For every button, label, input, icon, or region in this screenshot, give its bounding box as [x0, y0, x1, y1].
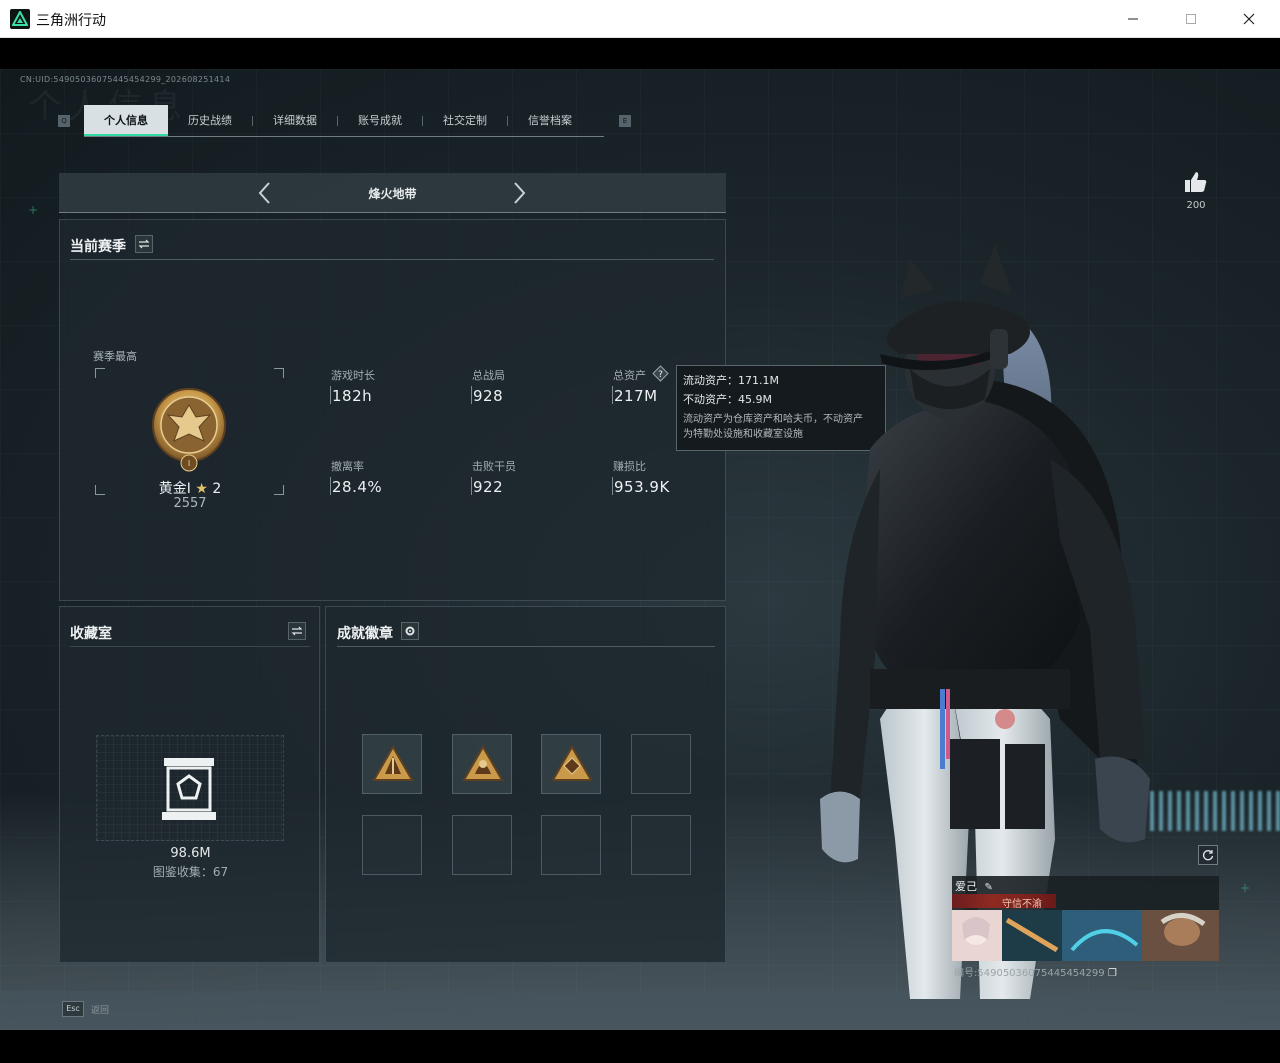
arrow-right-icon[interactable] — [509, 181, 529, 205]
divider — [337, 646, 715, 647]
player-card[interactable]: 爱己 ✎ 守信不渝 — [952, 876, 1219, 961]
thumbs-up-icon[interactable] — [1184, 171, 1208, 193]
like-count: 200 — [1186, 200, 1206, 211]
card-banner-art — [952, 910, 1219, 961]
stat-value-kills: 922 — [473, 478, 504, 496]
app-logo-icon — [10, 9, 30, 29]
maximize-button[interactable] — [1162, 0, 1220, 38]
stat-label-kills: 击败干员 — [472, 460, 516, 473]
player-title: 守信不渝 — [1002, 899, 1042, 910]
collection-panel: 收藏室 98.6M 图鉴收集：67 — [59, 606, 320, 963]
swap-icon[interactable] — [135, 235, 153, 253]
tab-prev-key[interactable]: Q — [58, 115, 70, 127]
collection-count: 图鉴收集：67 — [152, 865, 229, 879]
close-button[interactable] — [1220, 0, 1278, 38]
stat-label-profit-ratio: 赚损比 — [613, 460, 646, 473]
uid-text: CN:UID:5490503607544545​4299_20260825141… — [20, 75, 231, 84]
copy-icon[interactable]: ❐ — [1108, 968, 1117, 979]
stat-value-assets: 217M — [614, 387, 658, 405]
esc-key[interactable]: Esc — [62, 1001, 84, 1017]
stat-bar — [471, 386, 472, 404]
letterbox-bottom — [0, 1030, 1280, 1063]
svg-text:?: ? — [658, 370, 663, 380]
frame-corner — [95, 485, 105, 495]
collection-value: 98.6M — [170, 846, 211, 861]
deco-plus-icon: + — [1240, 881, 1251, 895]
stat-label-extract-rate: 撤离率 — [331, 460, 364, 473]
window-titlebar: 三角洲行动 — [0, 0, 1280, 38]
achievement-slot-empty[interactable] — [631, 815, 691, 875]
divider — [70, 646, 310, 647]
tab-next-key[interactable]: E — [619, 115, 631, 127]
tab-social[interactable]: 社交定制 — [423, 105, 507, 136]
tab-achievements[interactable]: 账号成就 — [338, 105, 422, 136]
mode-selector: 烽火地带 — [59, 173, 726, 213]
back-label[interactable]: 返回 — [91, 1003, 109, 1016]
stat-bar — [330, 386, 331, 404]
stat-bar — [612, 386, 613, 404]
refresh-icon[interactable] — [1198, 845, 1218, 865]
stat-value-matches: 928 — [473, 387, 504, 405]
edit-icon[interactable]: ✎ — [985, 882, 993, 893]
rank-name: 黄金I ★ 2 — [120, 478, 260, 498]
rank-stars: 2 — [212, 481, 222, 497]
frame-corner — [95, 368, 105, 378]
game-viewport: 个人信息 CN:UID:5490503607544545​4299_202608… — [0, 69, 1280, 1030]
swap-icon[interactable] — [288, 622, 306, 640]
tab-history[interactable]: 历史战绩 — [168, 105, 252, 136]
letterbox-top — [0, 38, 1280, 69]
rank-badge-icon: I — [152, 388, 226, 472]
stat-bar — [330, 477, 331, 495]
achievement-badge-3[interactable] — [541, 734, 601, 794]
stat-value-extract-rate: 28.4% — [332, 478, 383, 496]
stat-bar — [471, 477, 472, 495]
stat-label-playtime: 游戏时长 — [331, 369, 375, 382]
player-id-text: 编号:5490503607544545​4299 — [954, 968, 1105, 979]
tab-detailed-data[interactable]: 详细数据 — [253, 105, 337, 136]
achievement-slot-empty[interactable] — [631, 734, 691, 794]
window-title: 三角洲行动 — [36, 13, 106, 29]
tab-personal-info[interactable]: 个人信息 — [84, 105, 168, 136]
rank-name-text: 黄金I — [158, 481, 191, 497]
achievement-slot-empty[interactable] — [541, 815, 601, 875]
player-name-text: 爱己 — [955, 880, 977, 893]
achievements-panel: 成就徽章 — [325, 606, 726, 963]
tab-bar: 个人信息 历史战绩 详细数据 账号成就 社交定制 信誉档案 — [84, 105, 604, 137]
player-id: 编号:5490503607544545​4299 ❐ — [954, 964, 1117, 979]
achievement-badge-1[interactable] — [362, 734, 422, 794]
minimize-button[interactable] — [1104, 0, 1162, 38]
stat-bar — [612, 477, 613, 495]
frame-corner — [274, 368, 284, 378]
vault-icon — [162, 758, 216, 820]
season-panel: 当前赛季 赛季最高 I 黄金I ★ 2 2557 游戏时长 182h 总战局 9… — [59, 219, 726, 601]
stat-label-assets: 总资产 — [613, 369, 646, 382]
frame-corner — [274, 485, 284, 495]
divider — [70, 259, 714, 260]
player-name: 爱己 ✎ — [955, 878, 993, 894]
achievement-badge-2[interactable] — [452, 734, 512, 794]
achievement-slot-empty[interactable] — [452, 815, 512, 875]
stat-value-profit-ratio: 953.9K — [614, 478, 670, 496]
help-icon[interactable]: ? — [652, 365, 669, 382]
season-best-label: 赛季最高 — [93, 350, 137, 363]
svg-text:I: I — [188, 459, 190, 468]
mode-title: 烽火地带 — [368, 187, 417, 201]
deco-plus-icon: + — [28, 203, 39, 217]
achievements-title: 成就徽章 — [337, 626, 393, 642]
achievement-slot-empty[interactable] — [362, 815, 422, 875]
stat-label-matches: 总战局 — [472, 369, 505, 382]
tab-credit[interactable]: 信誉档案 — [508, 105, 592, 136]
star-icon: ★ — [195, 481, 208, 497]
settings-icon[interactable] — [401, 622, 419, 640]
stat-value-playtime: 182h — [332, 387, 373, 405]
season-title: 当前赛季 — [70, 239, 126, 255]
rank-score: 2557 — [173, 496, 207, 511]
collection-title: 收藏室 — [70, 626, 112, 642]
